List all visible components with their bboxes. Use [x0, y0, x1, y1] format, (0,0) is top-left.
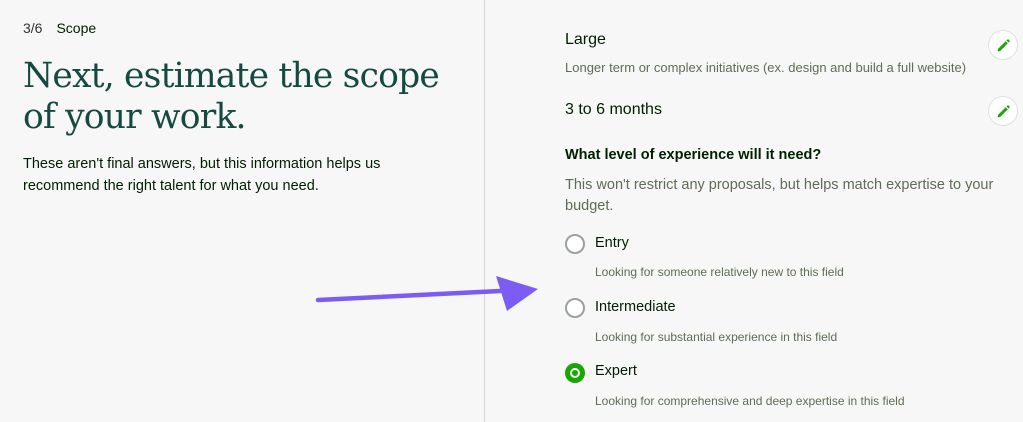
- expert-option-description: Looking for comprehensive and deep exper…: [595, 394, 905, 408]
- step-indicator: 3/6 Scope: [23, 20, 96, 36]
- edit-duration-button[interactable]: [988, 96, 1018, 126]
- right-pane: Large Longer term or complex initiatives…: [485, 0, 1023, 422]
- edit-size-button[interactable]: [988, 30, 1018, 60]
- experience-question: What level of experience will it need?: [565, 147, 822, 163]
- expert-option-label[interactable]: Expert: [595, 363, 637, 379]
- project-size-title: Large: [565, 31, 606, 48]
- step-count: 3/6: [23, 20, 43, 36]
- step-name: Scope: [56, 20, 97, 36]
- experience-help-text: This won't restrict any proposals, but h…: [565, 177, 994, 214]
- entry-option-description: Looking for someone relatively new to th…: [595, 265, 844, 279]
- entry-radio[interactable]: [565, 234, 585, 254]
- left-pane: 3/6 Scope Next, estimate the scope of you…: [0, 0, 484, 422]
- intermediate-option-label[interactable]: Intermediate: [595, 299, 676, 315]
- project-duration-title: 3 to 6 months: [565, 101, 662, 118]
- intermediate-option-description: Looking for substantial experience in th…: [595, 330, 838, 344]
- pencil-icon: [997, 104, 1010, 117]
- project-size-description: Longer term or complex initiatives (ex. …: [565, 60, 967, 75]
- intermediate-radio[interactable]: [565, 298, 585, 318]
- pencil-icon: [997, 38, 1010, 51]
- expert-radio[interactable]: [565, 363, 585, 383]
- page-subtitle: These aren't final answers, but this inf…: [23, 156, 381, 194]
- entry-option-label[interactable]: Entry: [595, 235, 629, 251]
- page-title: Next, estimate the scope of your work.: [23, 56, 440, 137]
